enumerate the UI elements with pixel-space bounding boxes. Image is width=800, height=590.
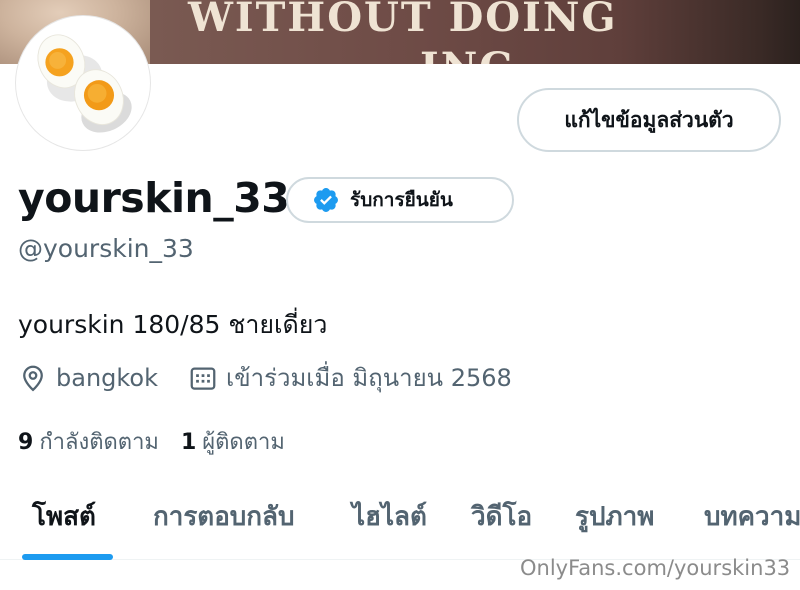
tab-highlights[interactable]: ไฮไลต์ bbox=[352, 496, 427, 537]
profile-meta: bangkok เข้าร่วมเมื่อ มิถุนายน 2568 bbox=[18, 358, 542, 397]
get-verified-button[interactable]: รับการยืนยัน bbox=[286, 177, 514, 223]
get-verified-label: รับการยืนยัน bbox=[350, 189, 453, 211]
following-count: 9 bbox=[18, 430, 34, 455]
location-item: bangkok bbox=[18, 363, 158, 393]
banner-book-text-2: ING bbox=[420, 44, 515, 64]
watermark: OnlyFans.com/yourskin33 bbox=[520, 556, 791, 580]
location-pin-icon bbox=[23, 365, 43, 391]
following-link[interactable]: 9 กำลังติดตาม bbox=[18, 424, 159, 459]
tab-media[interactable]: รูปภาพ bbox=[575, 496, 654, 537]
location-text: bangkok bbox=[56, 363, 159, 392]
follow-stats: 9 กำลังติดตาม 1 ผู้ติดตาม bbox=[18, 424, 307, 459]
join-date-text: เข้าร่วมเมื่อ มิถุนายน 2568 bbox=[226, 364, 512, 392]
followers-link[interactable]: 1 ผู้ติดตาม bbox=[181, 424, 285, 459]
tab-videos[interactable]: วิดีโอ bbox=[471, 496, 532, 537]
boiled-egg-icon bbox=[20, 20, 146, 146]
profile-tabs: โพสต์ การตอบกลับ ไฮไลต์ วิดีโอ รูปภาพ บท… bbox=[0, 476, 800, 560]
tab-articles[interactable]: บทความ bbox=[704, 496, 800, 537]
bio: yourskin 180/85 ชายเดี่ยว bbox=[18, 310, 328, 339]
tab-replies[interactable]: การตอบกลับ bbox=[153, 496, 295, 537]
avatar[interactable] bbox=[16, 16, 150, 150]
tab-posts[interactable]: โพสต์ bbox=[32, 496, 96, 537]
verified-badge-icon bbox=[314, 188, 338, 212]
active-tab-indicator bbox=[22, 554, 113, 560]
user-handle: @yourskin_33 bbox=[18, 234, 194, 263]
followers-count: 1 bbox=[180, 430, 197, 455]
display-name: yourskin_33 bbox=[18, 174, 290, 222]
calendar-icon bbox=[190, 367, 216, 390]
followers-label: ผู้ติดตาม bbox=[202, 430, 285, 455]
edit-profile-button[interactable]: แก้ไขข้อมูลส่วนตัว bbox=[517, 88, 781, 152]
join-date-item: เข้าร่วมเมื่อ มิถุนายน 2568 bbox=[188, 358, 512, 397]
following-label: กำลังติดตาม bbox=[39, 430, 159, 455]
banner-book-text: WITHOUT DOING bbox=[188, 0, 618, 41]
